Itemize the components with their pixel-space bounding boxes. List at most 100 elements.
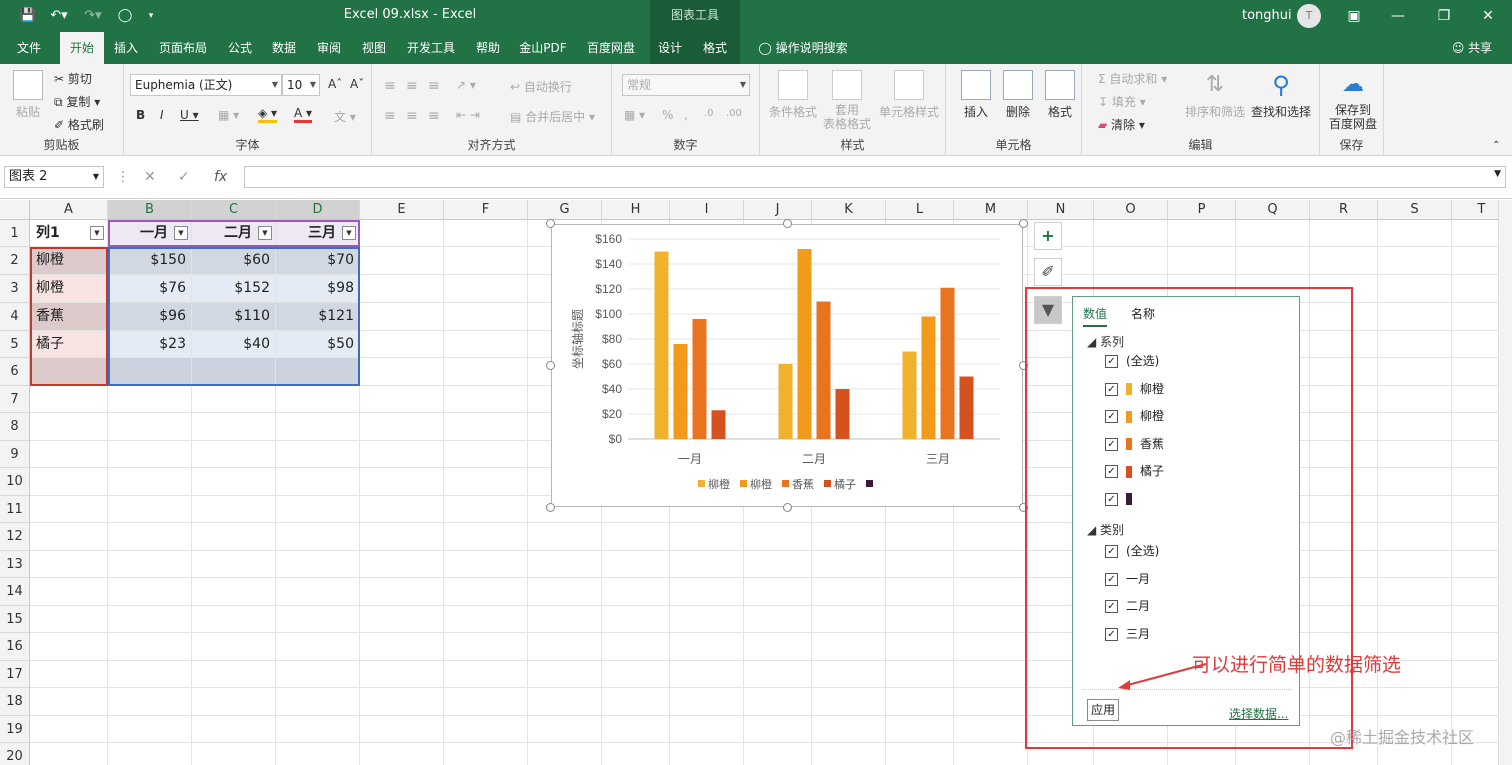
- filter-dropdown-icon[interactable]: ▼: [90, 226, 104, 240]
- table-cell[interactable]: $98: [276, 275, 360, 302]
- cancel-icon[interactable]: ✕: [144, 169, 156, 185]
- column-header-g[interactable]: G: [528, 200, 602, 220]
- align-right-icon[interactable]: ≡: [428, 108, 440, 124]
- paste-button[interactable]: 粘贴: [10, 70, 46, 120]
- format-painter-button[interactable]: ✐ 格式刷: [54, 116, 104, 133]
- user-name[interactable]: tonghui: [1242, 8, 1292, 23]
- row-header-20[interactable]: 20: [0, 743, 30, 765]
- find-select-button[interactable]: ⚲ 查找和选择: [1248, 70, 1314, 120]
- row-header-17[interactable]: 17: [0, 661, 30, 688]
- align-center-icon[interactable]: ≡: [406, 108, 418, 124]
- tab-view[interactable]: 视图: [354, 32, 394, 64]
- tab-baidu-netdisk[interactable]: 百度网盘: [578, 32, 644, 64]
- copy-button[interactable]: ⧉ 复制 ▾: [54, 93, 100, 110]
- close-icon[interactable]: ✕: [1478, 6, 1498, 26]
- column-header-d[interactable]: D: [276, 200, 360, 220]
- column-header-s[interactable]: S: [1378, 200, 1452, 220]
- chart-resize-handle[interactable]: [783, 219, 792, 228]
- tab-insert[interactable]: 插入: [106, 32, 146, 64]
- checkbox-checked-icon[interactable]: ✓: [1105, 572, 1118, 586]
- apply-button[interactable]: 应用: [1087, 699, 1119, 721]
- wrap-text-button[interactable]: ↩ 自动换行: [510, 78, 572, 95]
- align-middle-icon[interactable]: ≡: [406, 78, 418, 94]
- underline-icon[interactable]: U ▾: [180, 108, 199, 122]
- tab-names[interactable]: 名称: [1131, 305, 1155, 322]
- table-cell[interactable]: $40: [192, 331, 276, 358]
- table-cell[interactable]: $23: [108, 331, 192, 358]
- percent-icon[interactable]: %: [662, 108, 673, 122]
- table-cell[interactable]: $76: [108, 275, 192, 302]
- bold-icon[interactable]: B: [136, 108, 145, 122]
- table-format-button[interactable]: 套用 表格格式: [820, 70, 874, 131]
- chart-area[interactable]: $0 $20 $40 $60 $80 $100 $120 $140 $160 坐标轴标题 一月 二月 三…: [551, 224, 1023, 507]
- row-header-15[interactable]: 15: [0, 606, 30, 633]
- orientation-icon[interactable]: ↗ ▾: [456, 78, 476, 92]
- table-header-cell[interactable]: 列1: [30, 220, 90, 247]
- table-cell[interactable]: $96: [108, 303, 192, 330]
- series-filter-item[interactable]: ✓ 橘子: [1105, 463, 1164, 479]
- save-to-baidu-button[interactable]: ☁ 保存到 百度网盘: [1326, 70, 1380, 131]
- currency-icon[interactable]: ▦ ▾: [624, 108, 645, 122]
- cell-styles-button[interactable]: 单元格样式: [876, 70, 942, 120]
- chart-styles-button[interactable]: ✐: [1034, 258, 1062, 286]
- series-section[interactable]: ◢ 系列: [1087, 333, 1124, 350]
- align-bottom-icon[interactable]: ≡: [428, 78, 440, 94]
- tab-page-layout[interactable]: 页面布局: [150, 32, 216, 64]
- tab-formulas[interactable]: 公式: [220, 32, 260, 64]
- series-filter-item[interactable]: ✓ (全选): [1105, 353, 1159, 369]
- insert-cells-button[interactable]: 插入: [956, 70, 996, 120]
- confirm-icon[interactable]: ✓: [178, 169, 190, 185]
- column-header-i[interactable]: I: [670, 200, 744, 220]
- name-box[interactable]: 图表 2 ▼: [4, 166, 104, 188]
- expand-formula-icon[interactable]: ▼: [1494, 169, 1501, 179]
- avatar[interactable]: T: [1297, 4, 1321, 28]
- print-preview-icon[interactable]: ◯: [114, 7, 136, 25]
- font-name-combo[interactable]: Euphemia (正文) ▼: [130, 74, 282, 96]
- font-color-icon[interactable]: A ▾: [294, 106, 313, 123]
- checkbox-checked-icon[interactable]: ✓: [1105, 382, 1118, 396]
- tab-values[interactable]: 数值: [1083, 305, 1108, 327]
- tab-data[interactable]: 数据: [264, 32, 304, 64]
- align-top-icon[interactable]: ≡: [384, 78, 396, 94]
- table-header-cell[interactable]: 二月: [192, 220, 258, 247]
- table-cell[interactable]: 柳橙: [30, 247, 108, 274]
- series-filter-item[interactable]: ✓ 香蕉: [1105, 436, 1164, 452]
- autosum-button[interactable]: Σ 自动求和 ▾: [1098, 70, 1167, 87]
- delete-cells-button[interactable]: 删除: [998, 70, 1038, 120]
- category-filter-item[interactable]: ✓ 二月: [1105, 598, 1150, 614]
- table-cell[interactable]: $60: [192, 247, 276, 274]
- series-filter-item[interactable]: ✓: [1105, 491, 1140, 507]
- table-cell[interactable]: 橘子: [30, 331, 108, 358]
- font-size-combo[interactable]: 10 ▼: [282, 74, 320, 96]
- row-header-14[interactable]: 14: [0, 578, 30, 606]
- formula-input[interactable]: ▼: [244, 166, 1506, 188]
- conditional-format-button[interactable]: 条件格式: [766, 70, 820, 120]
- tab-design[interactable]: 设计: [650, 32, 690, 64]
- collapse-ribbon-icon[interactable]: ⌃: [1492, 140, 1500, 151]
- column-header-o[interactable]: O: [1094, 200, 1168, 220]
- italic-icon[interactable]: I: [160, 108, 164, 122]
- chart-resize-handle[interactable]: [546, 361, 555, 370]
- column-header-l[interactable]: L: [886, 200, 954, 220]
- column-header-q[interactable]: Q: [1236, 200, 1310, 220]
- table-cell[interactable]: $152: [192, 275, 276, 302]
- series-filter-item[interactable]: ✓ 柳橙: [1105, 408, 1164, 424]
- increase-font-icon[interactable]: Aˆ: [328, 77, 342, 91]
- undo-icon[interactable]: ↶▾: [46, 7, 72, 25]
- category-filter-item[interactable]: ✓ 三月: [1105, 626, 1150, 642]
- table-cell[interactable]: $121: [276, 303, 360, 330]
- tab-kingsoft-pdf[interactable]: 金山PDF: [512, 32, 574, 64]
- column-header-e[interactable]: E: [360, 200, 444, 220]
- vertical-scrollbar[interactable]: [1498, 200, 1512, 765]
- merge-center-button[interactable]: ▤ 合并后居中 ▾: [510, 108, 595, 125]
- table-cell[interactable]: $110: [192, 303, 276, 330]
- filter-dropdown-icon[interactable]: ▼: [258, 226, 272, 240]
- checkbox-checked-icon[interactable]: ✓: [1105, 465, 1118, 478]
- checkbox-checked-icon[interactable]: ✓: [1105, 545, 1118, 558]
- tab-file[interactable]: 文件: [8, 32, 50, 64]
- row-header-18[interactable]: 18: [0, 688, 30, 716]
- increase-decimal-icon[interactable]: .0: [704, 108, 714, 119]
- series-filter-item[interactable]: ✓ 柳橙: [1105, 381, 1164, 397]
- row-header-8[interactable]: 8: [0, 413, 30, 441]
- indent-icon[interactable]: ⇤ ⇥: [456, 108, 480, 122]
